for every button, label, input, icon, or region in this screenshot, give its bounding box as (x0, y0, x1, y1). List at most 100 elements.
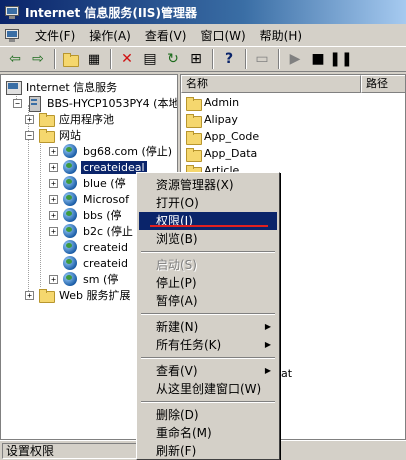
menu-help[interactable]: 帮助(H) (253, 27, 309, 44)
export-icon[interactable]: ⊞ (185, 48, 207, 70)
tree-item-site-selected[interactable]: + createideal (49, 159, 148, 175)
context-item-view[interactable]: 查看(V) ▶ (139, 362, 277, 380)
tree-item-label: Microsof (83, 192, 129, 206)
context-item-new[interactable]: 新建(N) ▶ (139, 318, 277, 336)
context-item-label: 权限(I) (156, 214, 193, 228)
context-item-explore[interactable]: 资源管理器(X) (139, 176, 277, 194)
expand-icon[interactable]: + (49, 178, 58, 188)
list-item[interactable]: Alipay (185, 111, 238, 128)
properties-icon[interactable]: ▤ (139, 48, 161, 70)
context-item-rename[interactable]: 重命名(M) (139, 424, 277, 442)
context-item-label: 从这里创建窗口(W) (156, 382, 262, 396)
expand-icon[interactable]: + (49, 274, 58, 284)
refresh-icon[interactable]: ↻ (162, 48, 184, 70)
context-item-permissions[interactable]: 权限(I) (139, 212, 277, 230)
context-item-label: 删除(D) (156, 408, 199, 422)
play-icon[interactable]: ▶ (284, 48, 306, 70)
collapse-icon[interactable]: − (25, 130, 34, 140)
tree-item-label: b2c (停止 (83, 225, 133, 238)
tree-item-site[interactable]: + bg68.com (停止) (49, 143, 174, 159)
tree-item-site[interactable]: createid (62, 239, 130, 255)
context-item-all-tasks[interactable]: 所有任务(K) ▶ (139, 336, 277, 354)
up-folder-icon[interactable] (60, 48, 82, 70)
context-item-label: 重命名(M) (156, 426, 212, 440)
title-bar: Internet 信息服务(IIS)管理器 (0, 0, 406, 24)
submenu-arrow-icon: ▶ (264, 340, 271, 349)
toolbar-separator (110, 49, 112, 69)
column-header-name[interactable]: 名称 (181, 75, 361, 93)
tree-item-web-extensions[interactable]: + Web 服务扩展 (25, 287, 132, 303)
tree-item-app-pools[interactable]: + 应用程序池 (25, 111, 116, 127)
website-globe-icon (62, 239, 78, 255)
menu-separator (141, 313, 275, 315)
toolbar-separator (245, 49, 247, 69)
delete-icon[interactable]: ✕ (116, 48, 138, 70)
annotation-underline (150, 225, 268, 227)
list-item-partial[interactable]: at (281, 365, 292, 382)
tree-item-label: sm (停 (83, 273, 119, 286)
menu-action[interactable]: 操作(A) (82, 27, 138, 44)
tree-item-label: blue (停 (83, 177, 126, 190)
context-item-pause[interactable]: 暂停(A) (139, 292, 277, 310)
context-item-new-window[interactable]: 从这里创建窗口(W) (139, 380, 277, 398)
context-menu: 资源管理器(X) 打开(O) 权限(I) 浏览(B) 启动(S) 停止(P) 暂… (136, 172, 280, 460)
context-item-label: 新建(N) (156, 320, 199, 334)
website-globe-icon (62, 271, 78, 287)
expand-icon[interactable]: + (25, 114, 34, 124)
website-globe-icon (62, 159, 78, 175)
toolbar-separator (54, 49, 56, 69)
collapse-icon[interactable]: − (13, 98, 22, 108)
menu-separator (141, 357, 275, 359)
column-header-path[interactable]: 路径 (361, 75, 405, 93)
tree-root[interactable]: Internet 信息服务 (5, 79, 119, 95)
tree-item-site[interactable]: + sm (停 (49, 271, 120, 287)
expand-icon[interactable]: + (49, 146, 58, 156)
context-item-open[interactable]: 打开(O) (139, 194, 277, 212)
tree-item-label: createid (83, 240, 128, 254)
context-item-label: 刷新(F) (156, 444, 197, 458)
iis-icon (5, 79, 22, 95)
menu-file[interactable]: 文件(F) (28, 27, 82, 44)
context-item-delete[interactable]: 删除(D) (139, 406, 277, 424)
context-item-label: 启动(S) (156, 258, 197, 272)
stop-icon[interactable]: ■ (307, 48, 329, 70)
menu-separator (141, 251, 275, 253)
help-icon[interactable]: ? (218, 48, 240, 70)
tree-item-site[interactable]: createid (62, 255, 130, 271)
tree-item-websites[interactable]: − 网站 (25, 127, 83, 143)
context-item-refresh[interactable]: 刷新(F) (139, 442, 277, 460)
forward-icon[interactable]: ⇨ (27, 48, 49, 70)
context-item-label: 浏览(B) (156, 232, 198, 246)
expand-icon[interactable]: + (49, 210, 58, 220)
back-icon[interactable]: ⇦ (4, 48, 26, 70)
tree-item-server[interactable]: − BBS-HYCP1053PY4 (本地计 (13, 95, 178, 112)
expand-icon[interactable]: + (49, 226, 58, 236)
expand-icon[interactable]: + (49, 194, 58, 204)
toolbar-separator (278, 49, 280, 69)
tree-item-site[interactable]: + bbs (停 (49, 207, 123, 223)
menu-window[interactable]: 窗口(W) (193, 27, 252, 44)
list-header: 名称 路径 (181, 75, 405, 93)
tree-item-site[interactable]: + Microsof (49, 191, 131, 207)
expand-icon[interactable]: + (25, 290, 34, 300)
pause-icon[interactable]: ❚❚ (329, 48, 352, 70)
website-globe-icon (62, 207, 78, 223)
context-item-label: 所有任务(K) (156, 338, 222, 352)
list-item[interactable]: App_Data (185, 145, 257, 162)
context-item-stop[interactable]: 停止(P) (139, 274, 277, 292)
expand-icon[interactable]: + (49, 162, 58, 172)
show-tree-icon[interactable]: ▦ (83, 48, 105, 70)
iis-app-icon (4, 4, 20, 20)
menu-view[interactable]: 查看(V) (138, 27, 194, 44)
list-item[interactable]: App_Code (185, 128, 259, 145)
folder-icon (38, 287, 55, 303)
context-item-browse[interactable]: 浏览(B) (139, 230, 277, 248)
tree-item-label: BBS-HYCP1053PY4 (本地计 (47, 97, 178, 110)
website-globe-icon (62, 255, 78, 271)
system-menu-icon[interactable] (4, 27, 20, 43)
computer-icon[interactable]: ▭ (251, 48, 273, 70)
tree-item-site[interactable]: + b2c (停止 (49, 223, 135, 239)
tree-item-site[interactable]: + blue (停 (49, 175, 128, 191)
list-item[interactable]: Admin (185, 94, 239, 111)
folder-icon (38, 111, 55, 127)
